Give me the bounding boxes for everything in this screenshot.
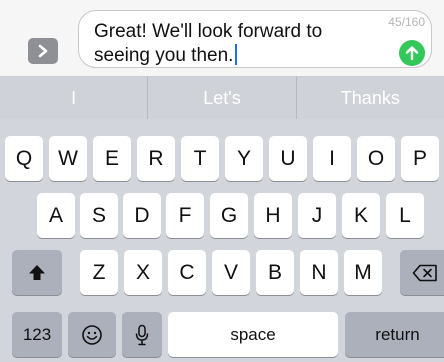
- microphone-icon: [135, 324, 149, 345]
- message-text: Great! We'll look forward to seeing you …: [94, 21, 323, 66]
- suggestion-1[interactable]: I: [0, 77, 147, 119]
- key-i[interactable]: I: [313, 136, 351, 181]
- key-y[interactable]: Y: [225, 136, 263, 181]
- compose-bar: Great! We'll look forward to seeing you …: [0, 0, 444, 77]
- key-k[interactable]: K: [342, 193, 380, 238]
- suggestion-2[interactable]: Let's: [148, 77, 295, 119]
- delete-key[interactable]: [400, 250, 444, 295]
- dictation-key[interactable]: [122, 312, 162, 357]
- key-n[interactable]: N: [300, 250, 338, 295]
- key-l[interactable]: L: [386, 193, 424, 238]
- key-h[interactable]: H: [254, 193, 292, 238]
- key-w[interactable]: W: [49, 136, 87, 181]
- return-key[interactable]: return: [345, 312, 444, 357]
- key-a[interactable]: A: [37, 193, 75, 238]
- key-c[interactable]: C: [168, 250, 206, 295]
- key-j[interactable]: J: [298, 193, 336, 238]
- arrow-up-icon: [405, 46, 419, 61]
- shift-key[interactable]: [12, 250, 62, 295]
- send-button[interactable]: [399, 40, 425, 66]
- key-b[interactable]: B: [256, 250, 294, 295]
- message-input[interactable]: Great! We'll look forward to seeing you …: [78, 10, 432, 68]
- numbers-key[interactable]: 123: [12, 312, 62, 357]
- emoji-key[interactable]: [68, 312, 116, 357]
- key-g[interactable]: G: [210, 193, 248, 238]
- chevron-right-icon: [38, 44, 48, 58]
- key-v[interactable]: V: [212, 250, 250, 295]
- backspace-icon: [412, 264, 437, 281]
- key-r[interactable]: R: [137, 136, 175, 181]
- key-f[interactable]: F: [166, 193, 204, 238]
- shift-arrow-icon: [29, 264, 45, 280]
- text-caret: [235, 44, 238, 65]
- suggestion-3[interactable]: Thanks: [297, 77, 444, 119]
- emoji-icon: [82, 324, 102, 345]
- expand-apps-button[interactable]: [28, 38, 58, 64]
- character-counter: 45/160: [388, 15, 425, 29]
- space-key[interactable]: space: [168, 312, 338, 357]
- key-s[interactable]: S: [80, 193, 118, 238]
- key-q[interactable]: Q: [5, 136, 43, 181]
- key-x[interactable]: X: [124, 250, 162, 295]
- predictive-bar: I Let's Thanks: [0, 77, 444, 119]
- key-m[interactable]: M: [344, 250, 382, 295]
- key-t[interactable]: T: [181, 136, 219, 181]
- key-p[interactable]: P: [401, 136, 439, 181]
- key-d[interactable]: D: [123, 193, 161, 238]
- key-o[interactable]: O: [357, 136, 395, 181]
- key-e[interactable]: E: [93, 136, 131, 181]
- key-u[interactable]: U: [269, 136, 307, 181]
- key-z[interactable]: Z: [80, 250, 118, 295]
